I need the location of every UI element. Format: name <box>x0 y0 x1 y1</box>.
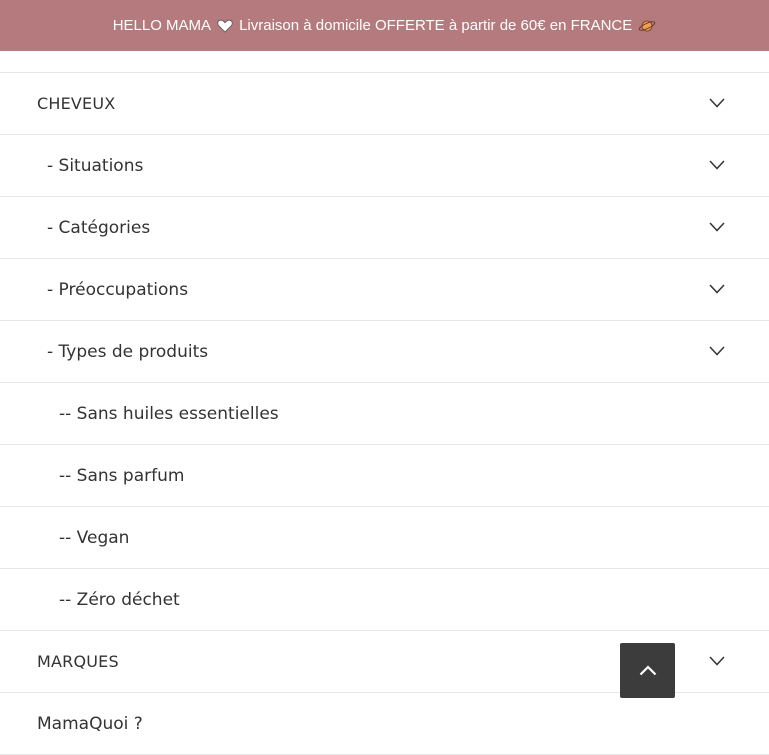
chevron-down-icon[interactable] <box>709 345 725 356</box>
menu-item-label: CHEVEUX <box>37 94 116 113</box>
chevron-up-icon <box>639 661 657 680</box>
chevron-down-icon[interactable] <box>709 655 725 666</box>
chevron-down-icon[interactable] <box>709 221 725 232</box>
chevron-down-icon[interactable] <box>709 159 725 170</box>
planet-icon <box>638 18 656 34</box>
menu-item-label: -- Vegan <box>59 527 130 548</box>
menu-item-sans-huiles-essentielles[interactable]: -- Sans huiles essentielles <box>0 383 769 445</box>
menu-item-situations[interactable]: - Situations <box>0 135 769 197</box>
announcement-bar: HELLO MAMA Livraison à domicile OFFERTE … <box>0 0 769 51</box>
menu-item-sans-parfum[interactable]: -- Sans parfum <box>0 445 769 507</box>
menu-item-label: - Types de produits <box>47 341 209 362</box>
announcement-greeting: HELLO MAMA <box>112 17 212 34</box>
menu-item-mamaquoi[interactable]: MamaQuoi ? <box>0 693 769 755</box>
menu-item-label: -- Sans parfum <box>59 465 185 486</box>
announcement-text: Livraison à domicile OFFERTE à partir de… <box>239 17 633 34</box>
chevron-down-icon[interactable] <box>709 97 725 108</box>
menu-item-zero-dechet[interactable]: -- Zéro déchet <box>0 569 769 631</box>
menu-item-label: -- Zéro déchet <box>59 589 180 610</box>
chevron-down-icon[interactable] <box>709 283 725 294</box>
menu-item-vegan[interactable]: -- Vegan <box>0 507 769 569</box>
menu-item-label: - Préoccupations <box>47 279 189 300</box>
scroll-to-top-button[interactable] <box>620 643 675 698</box>
heart-icon <box>217 19 233 33</box>
menu-item-label: - Catégories <box>47 217 151 238</box>
menu-item-cheveux[interactable]: CHEVEUX <box>0 73 769 135</box>
menu-item-label: MamaQuoi ? <box>37 713 143 734</box>
menu-item-types-de-produits[interactable]: - Types de produits <box>0 321 769 383</box>
menu-item-categories[interactable]: - Catégories <box>0 197 769 259</box>
menu-item-preoccupations[interactable]: - Préoccupations <box>0 259 769 321</box>
menu-item-label: - Situations <box>47 155 144 176</box>
menu-item-label: -- Sans huiles essentielles <box>59 403 279 424</box>
menu-item-label: MARQUES <box>37 652 119 671</box>
